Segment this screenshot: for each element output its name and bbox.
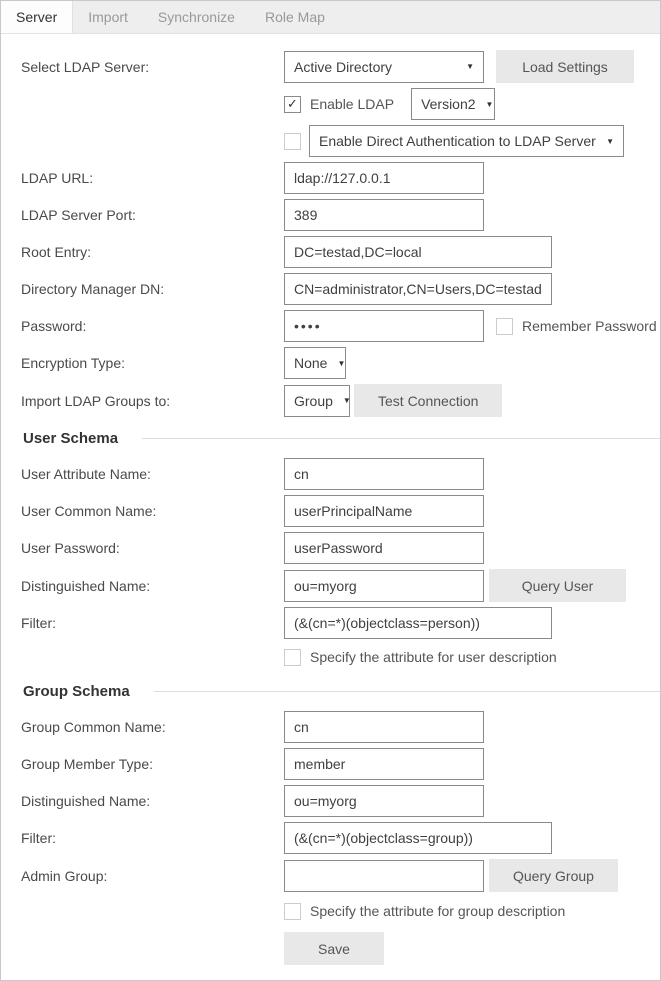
server-tab-content: Select LDAP Server: Active Directory ▼ L…: [1, 34, 660, 965]
row-user-filter: Filter:: [1, 607, 660, 639]
row-ldap-url: LDAP URL:: [1, 162, 660, 194]
ldap-version-select[interactable]: Version2 ▼: [411, 88, 495, 120]
chevron-down-icon: ▼: [343, 396, 351, 405]
remember-password-label: Remember Password: [522, 318, 657, 334]
user-dn-label: Distinguished Name:: [21, 578, 284, 594]
row-group-member-type: Group Member Type:: [1, 748, 660, 780]
user-schema-section-header: User Schema: [1, 430, 660, 447]
save-button[interactable]: Save: [284, 932, 384, 965]
user-schema-heading: User Schema: [23, 430, 118, 447]
tab-server[interactable]: Server: [1, 1, 73, 33]
user-common-name-label: User Common Name:: [21, 503, 284, 519]
row-ldap-port: LDAP Server Port:: [1, 199, 660, 231]
manager-dn-input[interactable]: [284, 273, 552, 305]
enable-ldap-label: Enable LDAP: [310, 96, 394, 112]
chevron-down-icon: ▼: [486, 100, 494, 109]
group-description-label: Specify the attribute for group descript…: [310, 903, 565, 919]
user-filter-label: Filter:: [21, 615, 284, 631]
import-groups-label: Import LDAP Groups to:: [21, 393, 284, 409]
ldap-port-input[interactable]: [284, 199, 484, 231]
row-manager-dn: Directory Manager DN:: [1, 273, 660, 305]
row-enable-ldap: ✓ Enable LDAP Version2 ▼: [1, 88, 660, 120]
row-group-common-name: Group Common Name:: [1, 711, 660, 743]
ldap-url-input[interactable]: [284, 162, 484, 194]
group-schema-heading: Group Schema: [23, 683, 130, 700]
row-password: Password: Remember Password: [1, 310, 660, 342]
direct-auth-select-value: Enable Direct Authentication to LDAP Ser…: [319, 133, 596, 149]
group-filter-label: Filter:: [21, 830, 284, 846]
tab-role-map[interactable]: Role Map: [250, 1, 340, 33]
row-encryption-type: Encryption Type: None ▼: [1, 347, 660, 379]
group-dn-label: Distinguished Name:: [21, 793, 284, 809]
root-entry-input[interactable]: [284, 236, 552, 268]
remember-password-checkbox[interactable]: [496, 318, 513, 335]
admin-group-input[interactable]: [284, 860, 484, 892]
direct-auth-select[interactable]: Enable Direct Authentication to LDAP Ser…: [309, 125, 624, 157]
group-filter-input[interactable]: [284, 822, 552, 854]
user-dn-input[interactable]: [284, 570, 484, 602]
group-dn-input[interactable]: [284, 785, 484, 817]
test-connection-button[interactable]: Test Connection: [354, 384, 502, 417]
encryption-type-label: Encryption Type:: [21, 355, 284, 371]
query-group-button[interactable]: Query Group: [489, 859, 618, 892]
manager-dn-label: Directory Manager DN:: [21, 281, 284, 297]
user-password-label: User Password:: [21, 540, 284, 556]
row-select-ldap-server: Select LDAP Server: Active Directory ▼ L…: [1, 50, 660, 83]
group-member-type-input[interactable]: [284, 748, 484, 780]
password-label: Password:: [21, 318, 284, 334]
row-save: Save: [1, 932, 660, 965]
ldap-settings-page: Server Import Synchronize Role Map Selec…: [0, 0, 661, 981]
row-user-password: User Password:: [1, 532, 660, 564]
row-group-dn: Distinguished Name:: [1, 785, 660, 817]
enable-ldap-checkbox[interactable]: ✓: [284, 96, 301, 113]
import-groups-value: Group: [294, 393, 333, 409]
group-schema-section-header: Group Schema: [1, 683, 660, 700]
root-entry-label: Root Entry:: [21, 244, 284, 260]
row-group-desc-checkbox: Specify the attribute for group descript…: [1, 898, 660, 924]
row-group-filter: Filter:: [1, 822, 660, 854]
ldap-version-value: Version2: [421, 96, 475, 112]
chevron-down-icon: ▼: [466, 62, 474, 71]
row-user-desc-checkbox: Specify the attribute for user descripti…: [1, 644, 660, 670]
row-root-entry: Root Entry:: [1, 236, 660, 268]
ldap-url-label: LDAP URL:: [21, 170, 284, 186]
ldap-server-select[interactable]: Active Directory ▼: [284, 51, 484, 83]
row-direct-auth: Enable Direct Authentication to LDAP Ser…: [1, 125, 660, 157]
group-common-name-input[interactable]: [284, 711, 484, 743]
chevron-down-icon: ▼: [606, 137, 614, 146]
user-description-label: Specify the attribute for user descripti…: [310, 649, 557, 665]
query-user-button[interactable]: Query User: [489, 569, 626, 602]
import-groups-select[interactable]: Group ▼: [284, 385, 350, 417]
checkmark-icon: ✓: [287, 96, 298, 112]
chevron-down-icon: ▼: [337, 359, 345, 368]
tab-synchronize[interactable]: Synchronize: [143, 1, 250, 33]
group-description-checkbox[interactable]: [284, 903, 301, 920]
tab-bar: Server Import Synchronize Role Map: [1, 1, 660, 34]
group-member-type-label: Group Member Type:: [21, 756, 284, 772]
user-attr-name-input[interactable]: [284, 458, 484, 490]
user-common-name-input[interactable]: [284, 495, 484, 527]
row-user-attr-name: User Attribute Name:: [1, 458, 660, 490]
select-ldap-server-label: Select LDAP Server:: [21, 59, 284, 75]
row-import-groups: Import LDAP Groups to: Group ▼ Test Conn…: [1, 384, 660, 417]
user-attr-name-label: User Attribute Name:: [21, 466, 284, 482]
section-divider: [154, 691, 660, 692]
ldap-port-label: LDAP Server Port:: [21, 207, 284, 223]
admin-group-label: Admin Group:: [21, 868, 284, 884]
group-common-name-label: Group Common Name:: [21, 719, 284, 735]
section-divider: [142, 438, 660, 439]
direct-auth-checkbox[interactable]: [284, 133, 301, 150]
user-filter-input[interactable]: [284, 607, 552, 639]
row-user-common-name: User Common Name:: [1, 495, 660, 527]
encryption-type-value: None: [294, 355, 327, 371]
user-description-checkbox[interactable]: [284, 649, 301, 666]
row-user-dn: Distinguished Name: Query User: [1, 569, 660, 602]
tab-import[interactable]: Import: [73, 1, 143, 33]
password-input[interactable]: [284, 310, 484, 342]
row-admin-group: Admin Group: Query Group: [1, 859, 660, 892]
user-password-input[interactable]: [284, 532, 484, 564]
encryption-type-select[interactable]: None ▼: [284, 347, 346, 379]
ldap-server-select-value: Active Directory: [294, 59, 392, 75]
load-settings-button[interactable]: Load Settings: [496, 50, 634, 83]
